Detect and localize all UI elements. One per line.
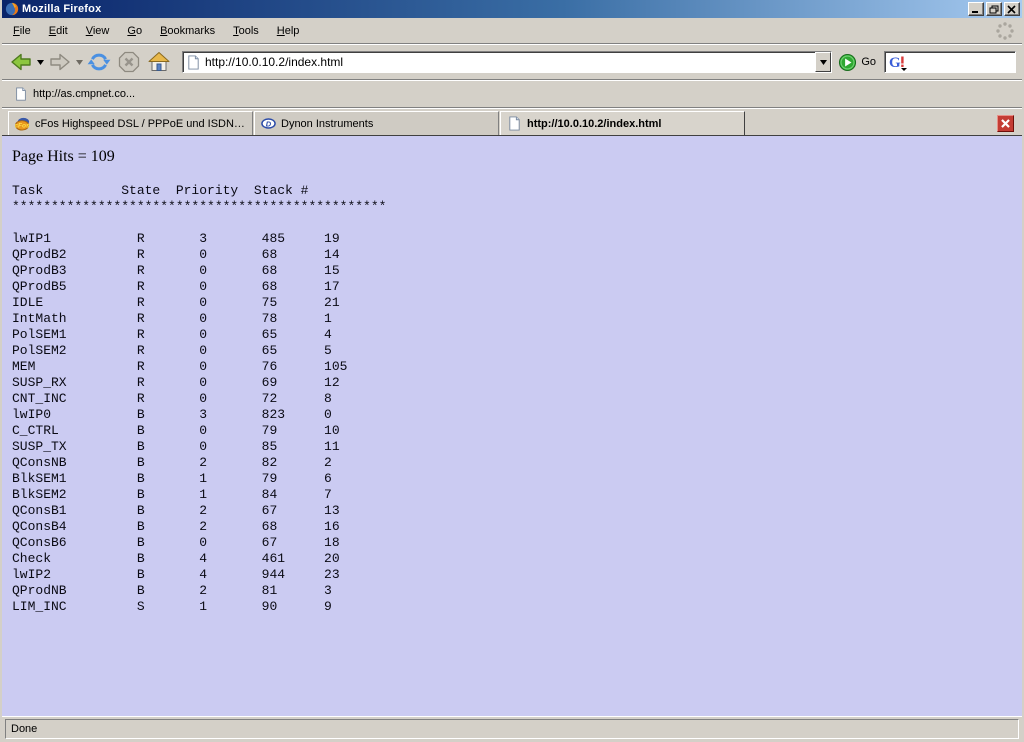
table-row: SUSP_RX R 0 69 12 <box>12 375 1022 391</box>
page-content: Page Hits = 109 Task State Priority Stac… <box>2 136 1022 716</box>
stop-button[interactable] <box>114 47 144 77</box>
tab-label: http://10.0.10.2/index.html <box>527 118 661 130</box>
cfos-favicon: cFos <box>15 116 30 131</box>
table-row: IDLE R 0 75 21 <box>12 295 1022 311</box>
back-dropdown-icon[interactable] <box>36 50 45 74</box>
url-dropdown-button[interactable] <box>815 52 831 72</box>
throbber-icon <box>994 20 1016 42</box>
browser-window: Mozilla Firefox FileEditViewGoBookmarksT… <box>0 0 1024 742</box>
menu-edit[interactable]: Edit <box>40 21 77 41</box>
forward-button[interactable] <box>45 47 75 77</box>
table-row: QConsNB B 2 82 2 <box>12 455 1022 471</box>
menubar-items: FileEditViewGoBookmarksToolsHelp <box>4 21 308 41</box>
table-separator: ****************************************… <box>12 199 1022 215</box>
go-icon <box>838 53 857 72</box>
back-button[interactable] <box>6 47 36 77</box>
table-row: lwIP2 B 4 944 23 <box>12 567 1022 583</box>
table-row: QProdB3 R 0 68 15 <box>12 263 1022 279</box>
table-row: QProdB2 R 0 68 14 <box>12 247 1022 263</box>
page-hits-text: Page Hits = 109 <box>12 148 1022 166</box>
restore-button[interactable] <box>986 2 1002 16</box>
minimize-button[interactable] <box>968 2 984 16</box>
bookmarks-toolbar: http://as.cmpnet.co... <box>2 80 1022 108</box>
table-row: C_CTRL B 0 79 10 <box>12 423 1022 439</box>
tab-2[interactable]: D Dynon Instruments <box>254 111 499 135</box>
menu-bookmarks[interactable]: Bookmarks <box>151 21 224 41</box>
forward-dropdown-icon[interactable] <box>75 50 84 74</box>
tab-label: Dynon Instruments <box>281 118 373 130</box>
tabs-container: cFos cFos Highspeed DSL / PPPoE und ISDN … <box>8 111 746 135</box>
table-row: BlkSEM2 B 1 84 7 <box>12 487 1022 503</box>
table-row: Check B 4 461 20 <box>12 551 1022 567</box>
url-input[interactable] <box>205 55 815 69</box>
status-text: Done <box>5 719 1019 739</box>
menu-go[interactable]: Go <box>118 21 151 41</box>
svg-text:cFos: cFos <box>15 123 30 130</box>
table-row: lwIP0 B 3 823 0 <box>12 407 1022 423</box>
search-input[interactable] <box>908 55 1015 69</box>
table-row: BlkSEM1 B 1 79 6 <box>12 471 1022 487</box>
svg-text:D: D <box>266 119 272 128</box>
close-tab-button[interactable] <box>997 115 1014 132</box>
page-favicon <box>507 116 522 131</box>
reload-button[interactable] <box>84 47 114 77</box>
close-button[interactable] <box>1004 2 1020 16</box>
page-icon <box>186 55 201 70</box>
table-row: QConsB4 B 2 68 16 <box>12 519 1022 535</box>
table-row: QProdB5 R 0 68 17 <box>12 279 1022 295</box>
table-row: QConsB6 B 0 67 18 <box>12 535 1022 551</box>
table-row: CNT_INC R 0 72 8 <box>12 391 1022 407</box>
table-row: PolSEM2 R 0 65 5 <box>12 343 1022 359</box>
table-row: QConsB1 B 2 67 13 <box>12 503 1022 519</box>
table-row: MEM R 0 76 105 <box>12 359 1022 375</box>
bookmark-label: http://as.cmpnet.co... <box>33 88 135 100</box>
window-title: Mozilla Firefox <box>22 3 966 15</box>
firefox-logo-icon <box>5 2 19 16</box>
table-row: IntMath R 0 78 1 <box>12 311 1022 327</box>
tab-1[interactable]: cFos cFos Highspeed DSL / PPPoE und ISDN … <box>8 111 253 135</box>
home-button[interactable] <box>144 47 174 77</box>
bookmarks-items: http://as.cmpnet.co... <box>8 84 141 104</box>
table-row: PolSEM1 R 0 65 4 <box>12 327 1022 343</box>
tab-3[interactable]: http://10.0.10.2/index.html <box>500 111 745 135</box>
url-bar <box>182 51 832 73</box>
search-box: G <box>884 51 1016 73</box>
bookmark-item[interactable]: http://as.cmpnet.co... <box>8 84 141 104</box>
table-row: lwIP1 R 3 485 19 <box>12 231 1022 247</box>
task-table-rows: lwIP1 R 3 485 19QProdB2 R 0 68 14QProdB3… <box>12 231 1022 615</box>
table-row: LIM_INC S 1 90 9 <box>12 599 1022 615</box>
menu-help[interactable]: Help <box>268 21 309 41</box>
google-icon[interactable]: G <box>888 53 908 71</box>
navigation-toolbar: Go G <box>2 44 1022 80</box>
menu-file[interactable]: File <box>4 21 40 41</box>
tab-bar: cFos cFos Highspeed DSL / PPPoE und ISDN … <box>2 108 1022 136</box>
titlebar: Mozilla Firefox <box>2 0 1022 18</box>
menu-view[interactable]: View <box>77 21 119 41</box>
go-label: Go <box>861 56 876 68</box>
dynon-favicon: D <box>261 116 276 131</box>
svg-text:G: G <box>889 55 901 71</box>
status-bar: Done <box>2 716 1022 740</box>
tab-label: cFos Highspeed DSL / PPPoE und ISDN CAP.… <box>35 118 246 130</box>
table-header: Task State Priority Stack # <box>12 183 1022 199</box>
menu-tools[interactable]: Tools <box>224 21 268 41</box>
table-row: SUSP_TX B 0 85 11 <box>12 439 1022 455</box>
menubar: FileEditViewGoBookmarksToolsHelp <box>2 18 1022 44</box>
go-button[interactable]: Go <box>838 53 876 72</box>
table-row: QProdNB B 2 81 3 <box>12 583 1022 599</box>
